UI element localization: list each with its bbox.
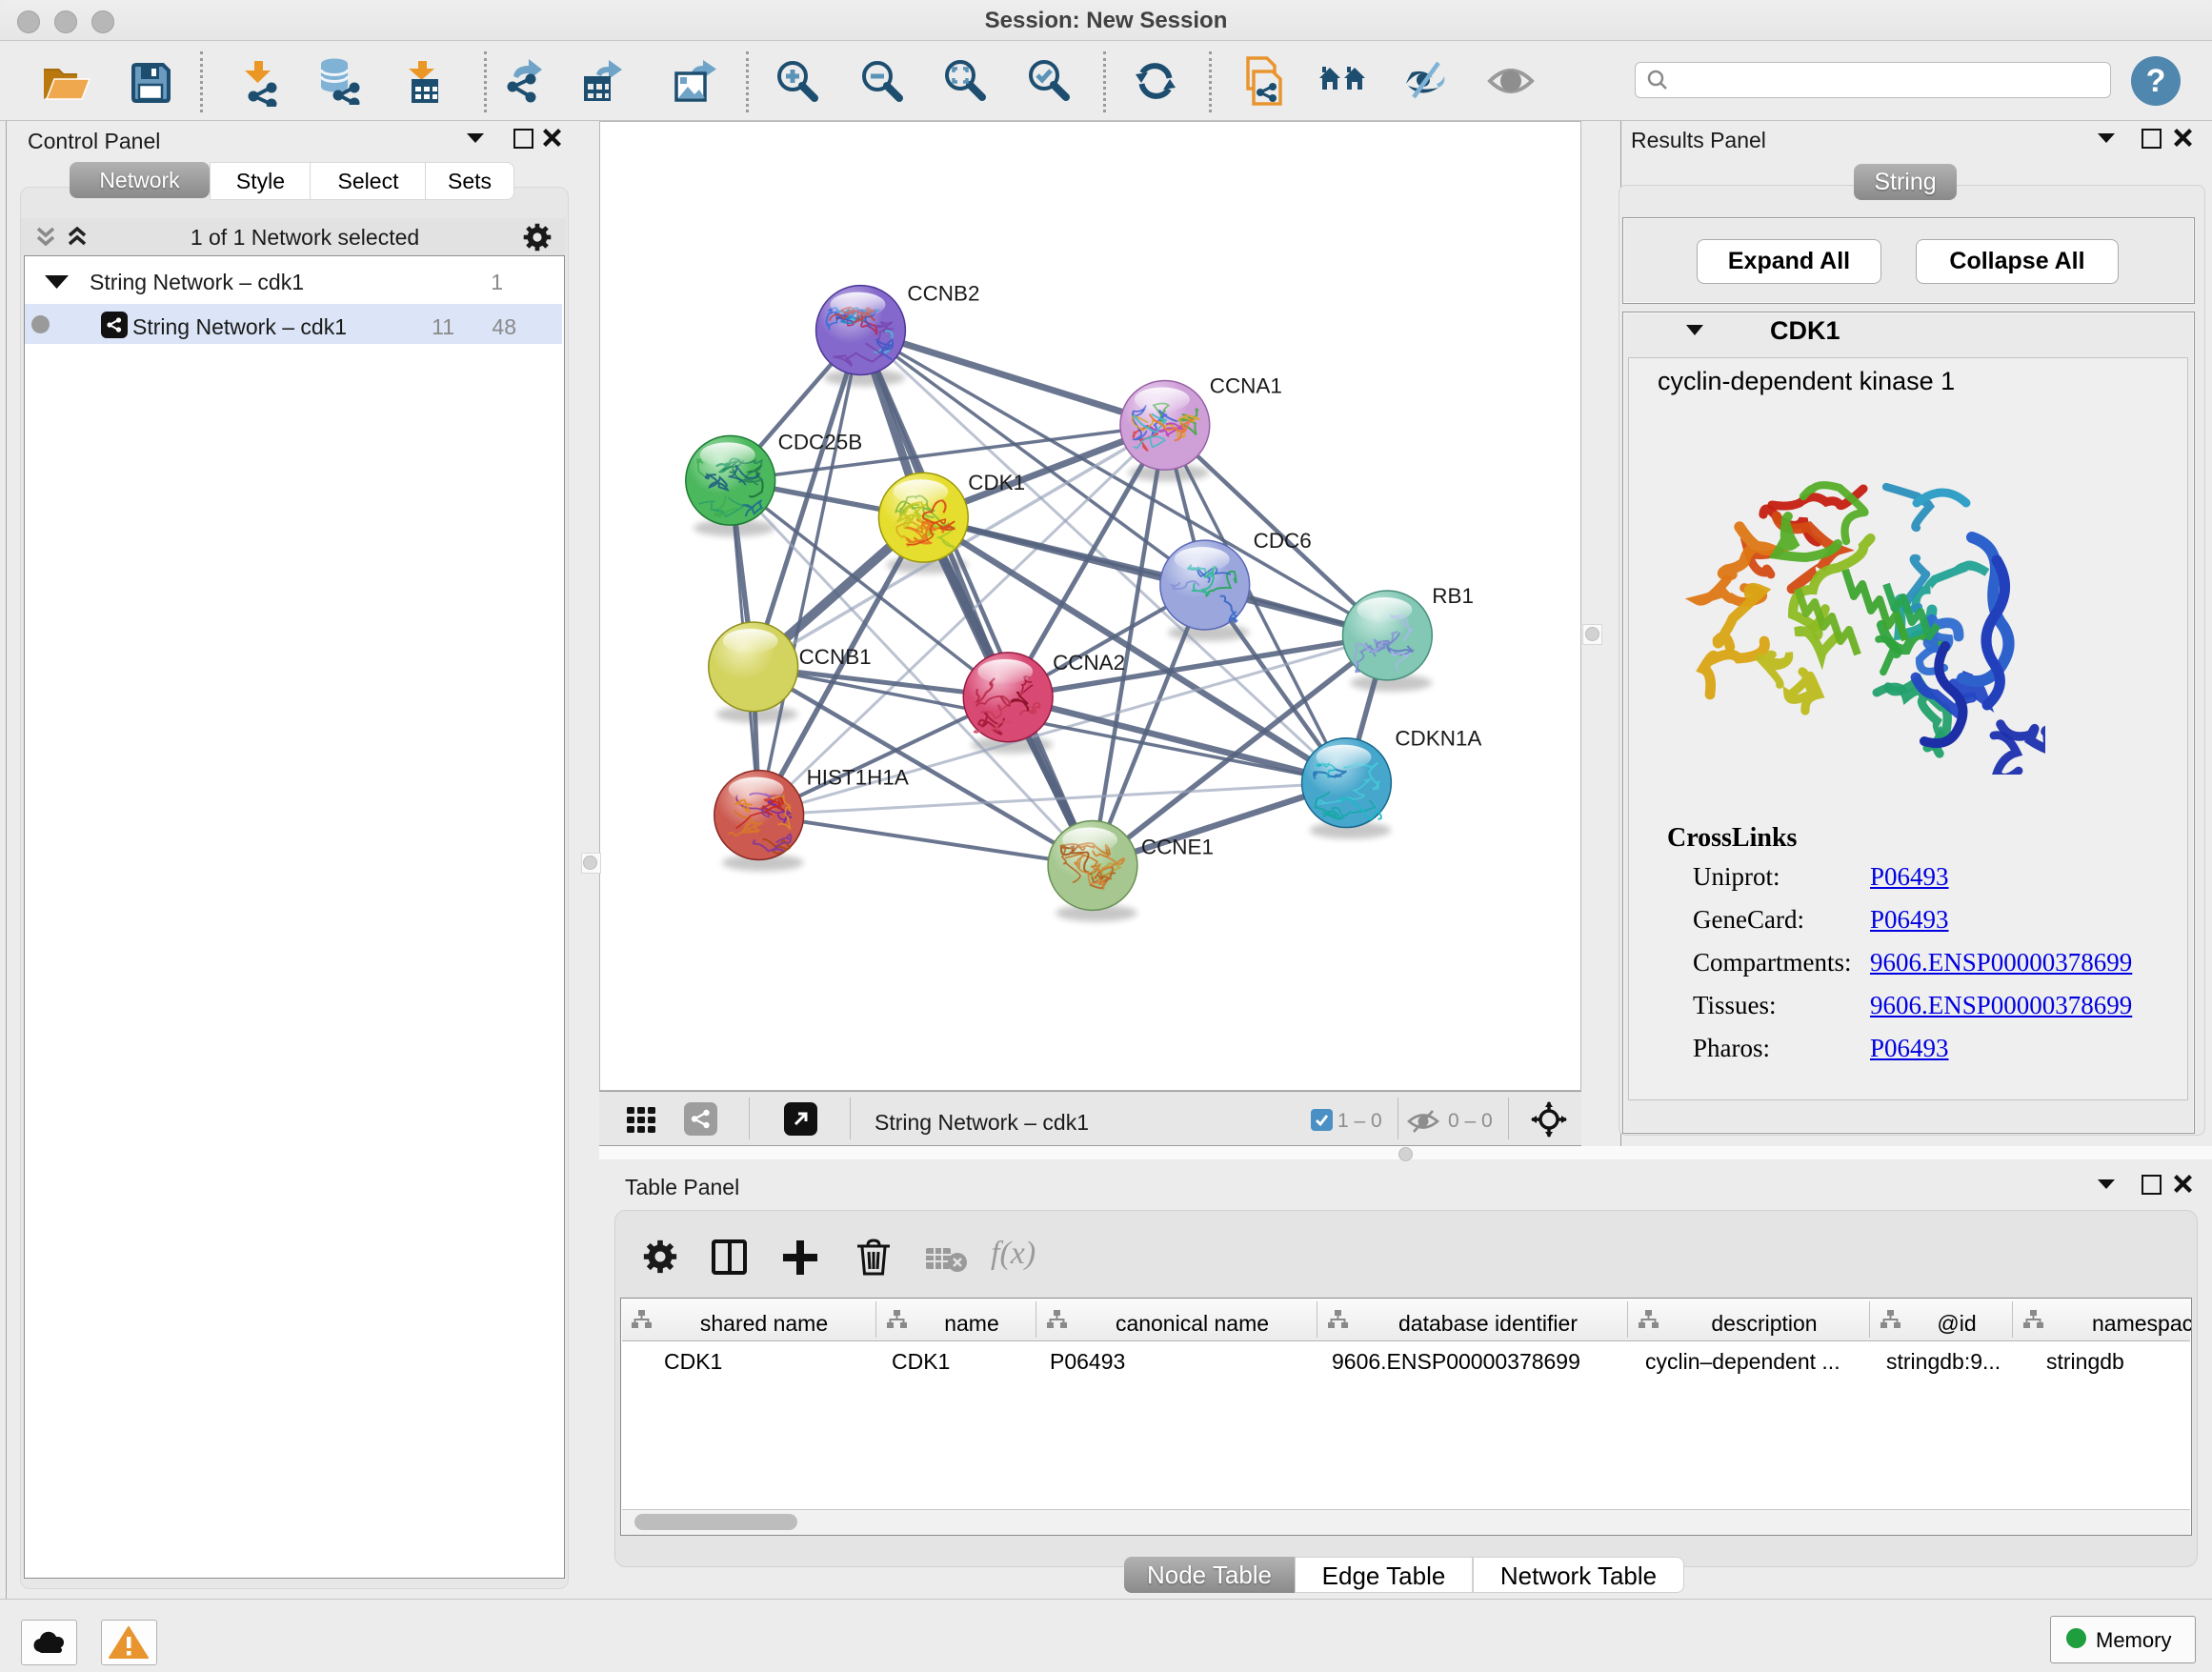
svg-text:CDKN1A: CDKN1A xyxy=(1395,727,1481,751)
svg-text:CDC6: CDC6 xyxy=(1254,529,1312,553)
svg-text:CCNA1: CCNA1 xyxy=(1210,373,1282,397)
svg-text:CDC25B: CDC25B xyxy=(778,430,863,453)
svg-text:CCNE1: CCNE1 xyxy=(1141,835,1214,858)
svg-text:HIST1H1A: HIST1H1A xyxy=(807,766,909,790)
svg-text:RB1: RB1 xyxy=(1432,584,1474,608)
svg-text:CCNA2: CCNA2 xyxy=(1053,651,1125,675)
svg-text:CDK1: CDK1 xyxy=(968,471,1025,494)
svg-text:CCNB1: CCNB1 xyxy=(799,645,872,669)
svg-text:CCNB2: CCNB2 xyxy=(907,282,979,306)
